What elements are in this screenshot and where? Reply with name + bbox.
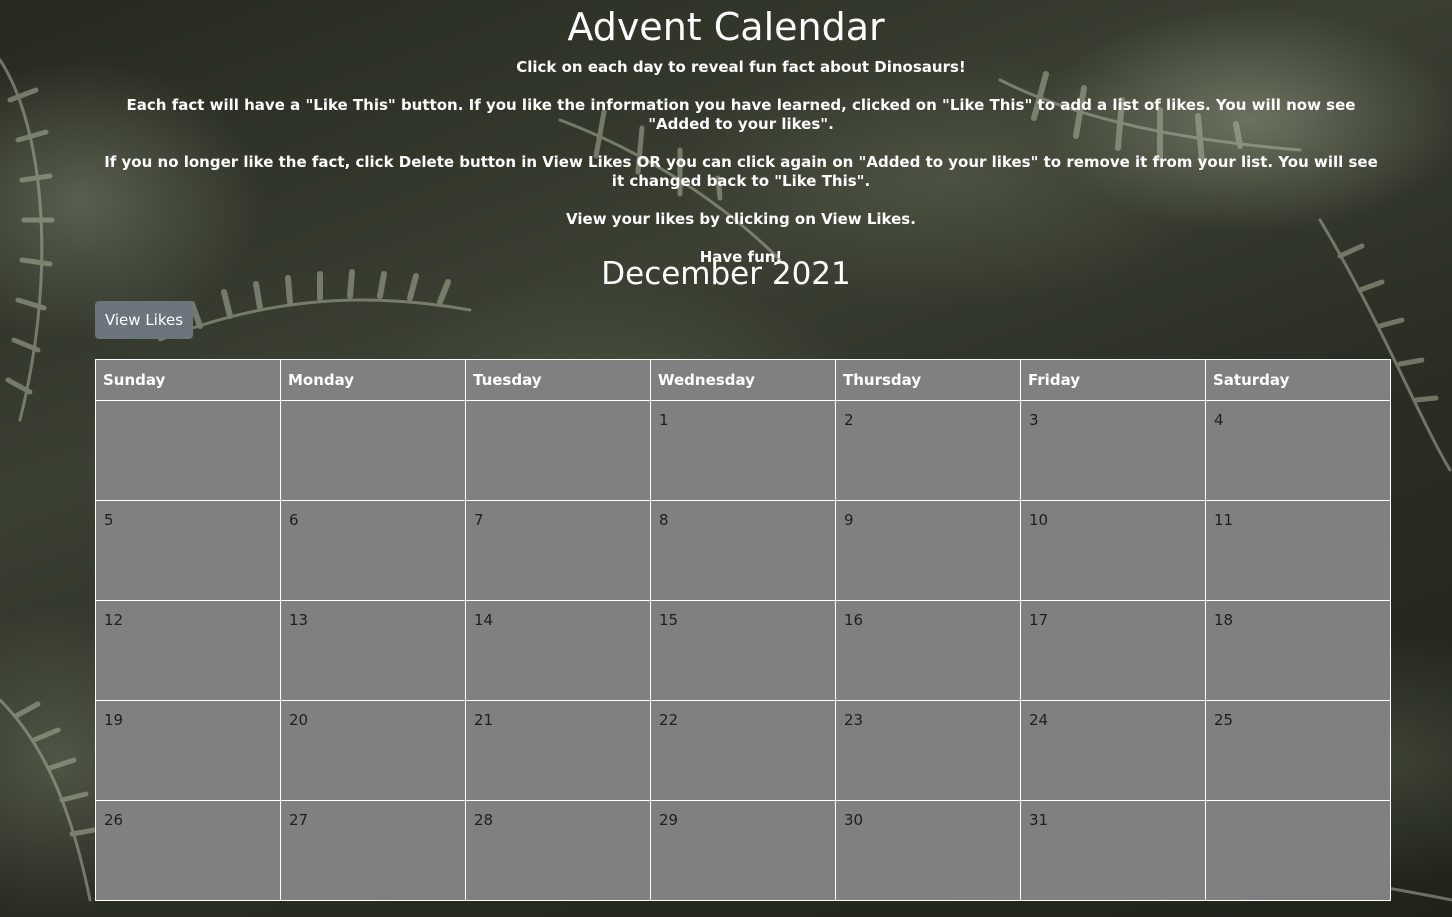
day-cell[interactable]: 13 bbox=[280, 600, 466, 701]
instruction-remove: If you no longer like the fact, click De… bbox=[104, 153, 1378, 190]
calendar-grid: Sunday Monday Tuesday Wednesday Thursday… bbox=[95, 359, 1391, 901]
day-cell[interactable]: 22 bbox=[650, 700, 836, 801]
day-cell[interactable]: 17 bbox=[1020, 600, 1206, 701]
day-cell[interactable]: 9 bbox=[835, 500, 1021, 601]
instructions: Click on each day to reveal fun fact abo… bbox=[100, 58, 1382, 286]
day-cell[interactable]: 20 bbox=[280, 700, 466, 801]
day-cell[interactable]: 31 bbox=[1020, 800, 1206, 901]
day-cell[interactable]: 25 bbox=[1205, 700, 1391, 801]
day-cell[interactable]: 15 bbox=[650, 600, 836, 701]
month-heading: December 2021 bbox=[601, 256, 851, 292]
day-cell[interactable]: 6 bbox=[280, 500, 466, 601]
instruction-like: Each fact will have a "Like This" button… bbox=[126, 96, 1356, 133]
view-likes-button[interactable]: View Likes bbox=[95, 301, 193, 339]
empty-day-cell bbox=[280, 400, 466, 501]
day-cell[interactable]: 5 bbox=[95, 500, 281, 601]
day-cell[interactable]: 2 bbox=[835, 400, 1021, 501]
day-cell[interactable]: 8 bbox=[650, 500, 836, 601]
day-cell[interactable]: 21 bbox=[465, 700, 651, 801]
day-cell[interactable]: 11 bbox=[1205, 500, 1391, 601]
instruction-view: View your likes by clicking on View Like… bbox=[566, 210, 916, 228]
day-cell[interactable]: 30 bbox=[835, 800, 1021, 901]
weekday-wednesday: Wednesday bbox=[650, 359, 836, 401]
day-cell[interactable]: 10 bbox=[1020, 500, 1206, 601]
day-cell[interactable]: 26 bbox=[95, 800, 281, 901]
weekday-sunday: Sunday bbox=[95, 359, 281, 401]
day-cell[interactable]: 27 bbox=[280, 800, 466, 901]
weekday-monday: Monday bbox=[280, 359, 466, 401]
empty-day-cell bbox=[465, 400, 651, 501]
week-row: 26 27 28 29 30 31 bbox=[95, 800, 1391, 901]
day-cell[interactable]: 29 bbox=[650, 800, 836, 901]
week-row: 12 13 14 15 16 17 18 bbox=[95, 600, 1391, 701]
day-cell[interactable]: 7 bbox=[465, 500, 651, 601]
weekday-friday: Friday bbox=[1020, 359, 1206, 401]
week-row: 1 2 3 4 bbox=[95, 400, 1391, 501]
day-cell[interactable]: 19 bbox=[95, 700, 281, 801]
instruction-reveal: Click on each day to reveal fun fact abo… bbox=[516, 58, 966, 76]
empty-day-cell bbox=[95, 400, 281, 501]
week-row: 5 6 7 8 9 10 11 bbox=[95, 500, 1391, 601]
day-cell[interactable]: 23 bbox=[835, 700, 1021, 801]
day-cell[interactable]: 14 bbox=[465, 600, 651, 701]
day-cell[interactable]: 18 bbox=[1205, 600, 1391, 701]
weekday-saturday: Saturday bbox=[1205, 359, 1391, 401]
day-cell[interactable]: 28 bbox=[465, 800, 651, 901]
day-cell[interactable]: 12 bbox=[95, 600, 281, 701]
day-cell[interactable]: 16 bbox=[835, 600, 1021, 701]
day-cell[interactable]: 1 bbox=[650, 400, 836, 501]
weekday-header-row: Sunday Monday Tuesday Wednesday Thursday… bbox=[95, 359, 1391, 401]
weekday-tuesday: Tuesday bbox=[465, 359, 651, 401]
page-title: Advent Calendar bbox=[567, 5, 885, 49]
week-row: 19 20 21 22 23 24 25 bbox=[95, 700, 1391, 801]
day-cell[interactable]: 4 bbox=[1205, 400, 1391, 501]
day-cell[interactable]: 3 bbox=[1020, 400, 1206, 501]
weekday-thursday: Thursday bbox=[835, 359, 1021, 401]
day-cell[interactable]: 24 bbox=[1020, 700, 1206, 801]
empty-day-cell bbox=[1205, 800, 1391, 901]
